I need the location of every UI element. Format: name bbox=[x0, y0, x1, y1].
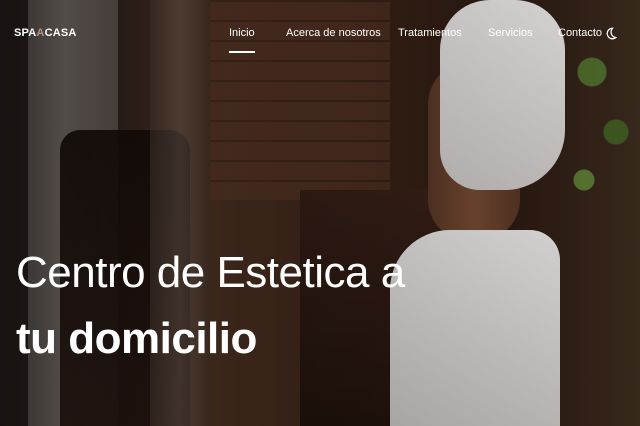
brand-part-3: CASA bbox=[44, 27, 77, 39]
headline-line-1: Centro de Estetica a bbox=[16, 248, 405, 297]
brand-part-1: SPA bbox=[14, 27, 37, 39]
nav-servicios[interactable]: Servicios bbox=[488, 27, 533, 39]
hero-headline: Centro de Estetica a tu domicilio bbox=[16, 248, 405, 366]
nav-tratamientos[interactable]: Tratamientos bbox=[398, 27, 462, 39]
navbar: SPAACASA Inicio Acerca de nosotros Trata… bbox=[0, 0, 640, 70]
nav-inicio[interactable]: Inicio bbox=[229, 27, 255, 53]
headline-line-2: tu domicilio bbox=[16, 314, 257, 363]
moon-icon[interactable] bbox=[604, 27, 618, 40]
brand-logo[interactable]: SPAACASA bbox=[14, 27, 77, 39]
brand-part-2: A bbox=[36, 27, 45, 39]
nav-contacto[interactable]: Contacto bbox=[558, 27, 602, 39]
nav-acerca-de-nosotros[interactable]: Acerca de nosotros bbox=[286, 27, 381, 39]
